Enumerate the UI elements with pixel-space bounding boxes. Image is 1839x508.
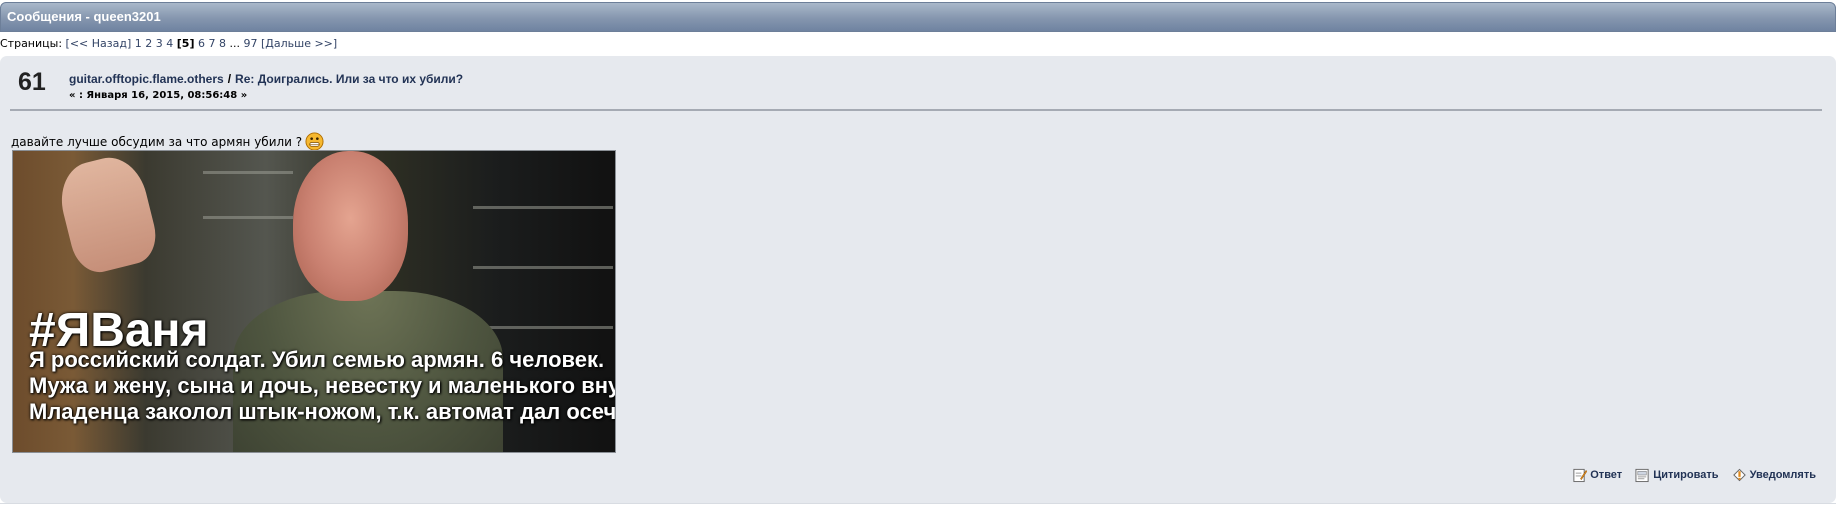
pagination-page-4[interactable]: 4 (166, 37, 173, 50)
topic-link[interactable]: Re: Доигрались. Или за что их убили? (235, 72, 463, 86)
quote-label: Цитировать (1653, 469, 1719, 481)
post-attached-image[interactable]: #ЯВаня Я российский солдат. Убил семью а… (12, 150, 616, 453)
photo-face (293, 151, 408, 301)
post-divider (10, 109, 1822, 111)
image-caption-line-1: Я российский солдат. Убил семью армян. 6… (29, 347, 605, 372)
post-heading: guitar.offtopic.flame.others / Re: Доиграл… (69, 72, 463, 86)
reply-icon (1573, 468, 1588, 483)
quote-button[interactable]: Цитировать (1635, 467, 1719, 483)
category-header-bar: Сообщения - queen3201 (0, 2, 1836, 32)
pagination-next-link[interactable]: [Дальше >>] (261, 37, 337, 50)
board-link[interactable]: guitar.offtopic.flame.others (69, 72, 224, 86)
pagination-label: Страницы: (0, 37, 63, 50)
photo-shelf (473, 266, 613, 269)
reply-label: Ответ (1590, 469, 1623, 481)
pagination-page-8[interactable]: 8 (219, 37, 226, 50)
pagination-ellipsis: ... (229, 37, 240, 50)
notify-label: Уведомлять (1749, 469, 1816, 481)
page-bottom-divider (0, 503, 1836, 504)
image-caption-line-3: Младенца заколол штык-ножом, т.к. автома… (29, 399, 616, 424)
post-container: 61 guitar.offtopic.flame.others / Re: Доиг… (0, 56, 1836, 503)
post-body: давайте лучше обсудим за что армян убили… (11, 132, 324, 151)
post-actions: Ответ Цитировать Уведомлять (1562, 467, 1816, 486)
notify-icon (1732, 468, 1746, 482)
photo-raised-hand (52, 151, 163, 278)
post-counter: 61 (18, 68, 46, 96)
quote-icon (1635, 468, 1649, 483)
reply-button[interactable]: Ответ (1572, 467, 1622, 483)
pagination-prev-link[interactable]: [<< Назад] (66, 37, 132, 50)
heading-separator: / (227, 72, 232, 86)
pagination-page-6[interactable]: 6 (198, 37, 205, 50)
pagination-page-2[interactable]: 2 (145, 37, 152, 50)
pagination-page-7[interactable]: 7 (208, 37, 215, 50)
photo-shelf (473, 326, 613, 329)
post-text: давайте лучше обсудим за что армян убили… (11, 135, 303, 149)
photo-shelf (473, 206, 613, 209)
pagination-page-last[interactable]: 97 (243, 37, 257, 50)
pagination-page-1[interactable]: 1 (135, 37, 142, 50)
grin-smiley-icon (305, 132, 324, 151)
notify-button[interactable]: Уведомлять (1732, 467, 1816, 483)
photo-shelf (203, 171, 293, 174)
pagination-current-page: [5] (176, 37, 195, 50)
photo-shelf (203, 216, 293, 219)
image-caption-line-2: Мужа и жену, сына и дочь, невестку и мал… (29, 373, 616, 398)
post-date: « : Января 16, 2015, 08:56:48 » (69, 90, 248, 101)
pagination: Страницы: [<< Назад] 1 2 3 4 [5] 6 7 8 .… (0, 37, 337, 50)
page-title: Сообщения - queen3201 (7, 9, 161, 24)
pagination-page-3[interactable]: 3 (156, 37, 163, 50)
